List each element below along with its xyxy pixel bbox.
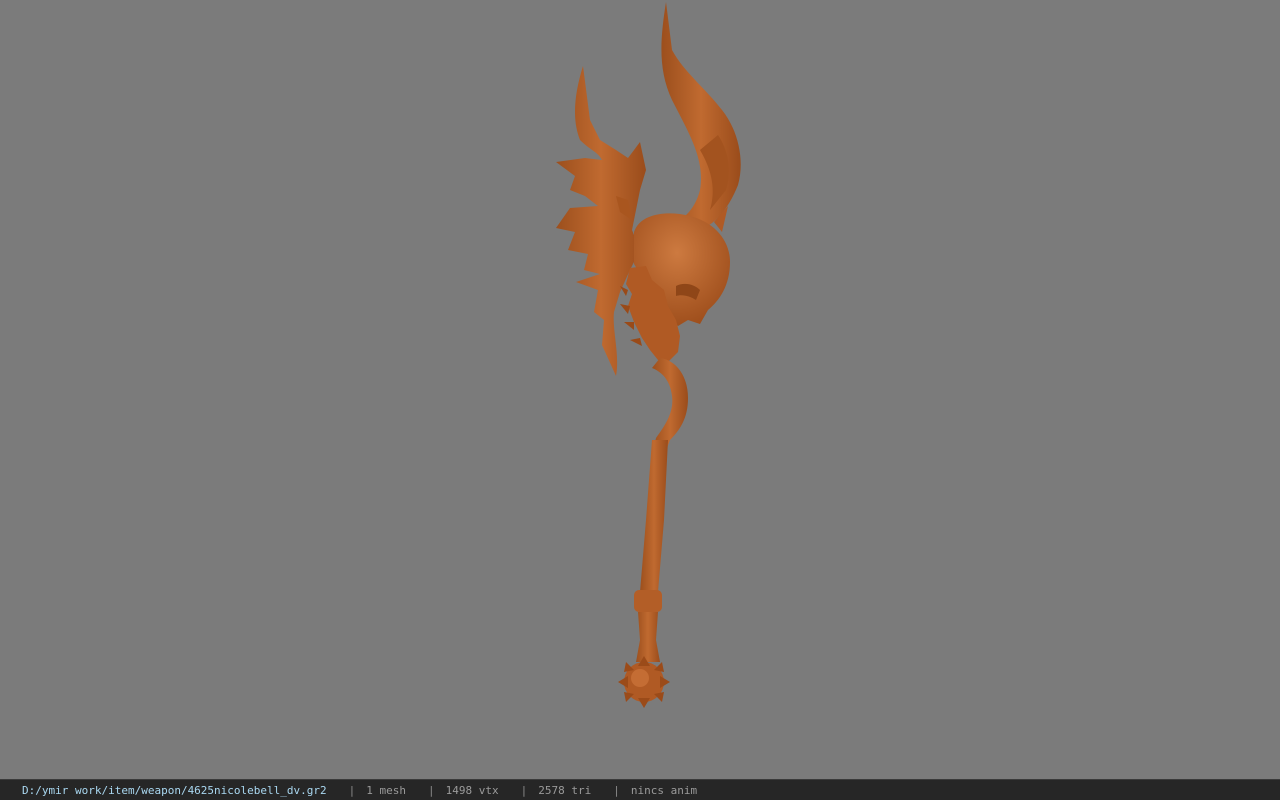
- animation-status: nincs anim: [630, 783, 698, 797]
- mesh-count: 1 mesh: [366, 783, 407, 797]
- status-bar: D:/ymir work/item/weapon/4625nicolebell_…: [0, 779, 1280, 800]
- separator: |: [348, 783, 356, 797]
- file-path: D:/ymir work/item/weapon/4625nicolebell_…: [22, 783, 327, 797]
- separator: |: [520, 783, 528, 797]
- grip-lower: [636, 612, 660, 662]
- grip-collar: [634, 590, 662, 612]
- separator: |: [428, 783, 435, 797]
- vertex-count: 1498 vtx: [445, 783, 499, 797]
- right-blade-shape: [661, 2, 741, 232]
- weapon-model: [556, 2, 741, 708]
- triangle-count: 2578 tri: [538, 783, 592, 797]
- left-wing-shape: [556, 66, 646, 376]
- spiked-pommel: [618, 656, 670, 708]
- shaft: [640, 440, 668, 592]
- separator: |: [613, 783, 620, 797]
- 3d-viewport[interactable]: [0, 0, 1280, 779]
